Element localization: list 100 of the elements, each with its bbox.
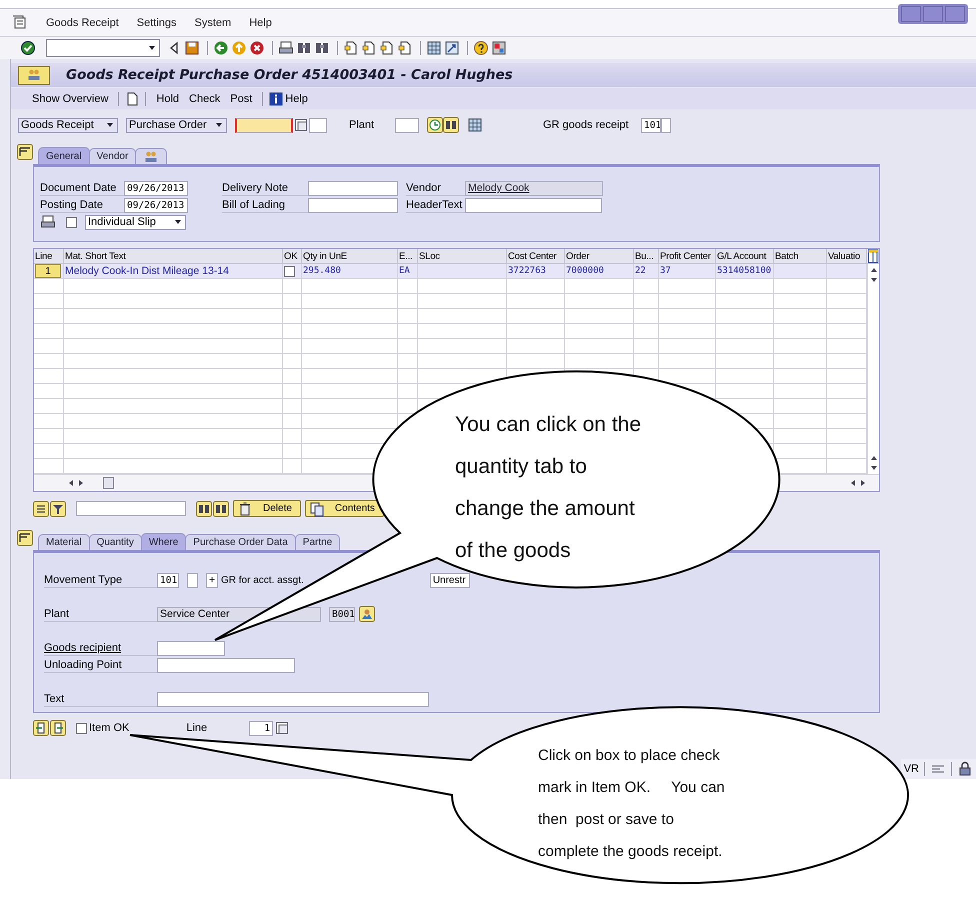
contents-button[interactable]: Contents xyxy=(304,500,384,517)
toolbar-button[interactable]: Post xyxy=(225,92,258,104)
print-icon[interactable] xyxy=(278,40,294,56)
scroll-bar[interactable] xyxy=(69,477,114,489)
next-item-icon[interactable] xyxy=(50,720,66,736)
column-header[interactable]: OK xyxy=(283,249,302,264)
reference-dropdown[interactable]: Purchase Order xyxy=(126,118,227,132)
find-icon[interactable] xyxy=(443,117,459,133)
checkbox[interactable] xyxy=(76,722,87,734)
tab[interactable]: Quantity xyxy=(88,534,142,550)
grid-icon[interactable] xyxy=(426,40,442,56)
column-header[interactable]: Qty in UnE xyxy=(302,249,398,264)
line-field[interactable]: 1 xyxy=(249,720,274,736)
execute-icon[interactable] xyxy=(427,117,443,133)
plant-field[interactable] xyxy=(395,118,419,132)
grid-icon[interactable] xyxy=(467,117,483,133)
help-icon[interactable] xyxy=(473,40,489,56)
input-field[interactable] xyxy=(661,118,671,132)
save-icon[interactable] xyxy=(184,40,200,56)
column-header[interactable]: E... xyxy=(398,249,418,264)
tab[interactable]: Purchase Order Data xyxy=(185,534,296,550)
toggle-icon[interactable] xyxy=(17,530,33,546)
command-field[interactable] xyxy=(46,39,160,57)
row-selector[interactable]: 1 xyxy=(35,264,61,278)
picture-icon[interactable] xyxy=(359,606,375,622)
input-field[interactable] xyxy=(465,198,602,212)
column-header[interactable]: Line xyxy=(34,249,64,264)
help-button[interactable]: Help xyxy=(285,92,308,104)
transaction-dropdown[interactable]: Goods Receipt xyxy=(18,118,118,132)
date-field[interactable]: 09/26/2013 xyxy=(124,198,188,212)
checkbox[interactable] xyxy=(66,216,77,228)
toolbar-button[interactable]: Check xyxy=(184,92,226,104)
tab[interactable]: Where xyxy=(140,533,186,550)
menu-item[interactable]: System xyxy=(194,16,232,28)
previous-item-icon[interactable] xyxy=(33,720,49,736)
filter-icon[interactable] xyxy=(50,500,66,516)
print-icon[interactable] xyxy=(33,500,49,516)
table-cell xyxy=(659,324,716,339)
tab[interactable]: Material xyxy=(38,534,90,550)
info-icon[interactable] xyxy=(268,90,284,106)
line-select-icon[interactable] xyxy=(274,720,290,736)
column-header[interactable]: SLoc xyxy=(418,249,507,264)
next-page-icon[interactable] xyxy=(379,40,395,56)
table-cell xyxy=(34,369,64,384)
find-icon[interactable] xyxy=(296,40,312,56)
layout-icon[interactable] xyxy=(491,40,507,56)
date-field[interactable]: 09/26/2013 xyxy=(124,180,188,196)
search-field[interactable] xyxy=(76,501,186,516)
menu-item[interactable]: Goods Receipt xyxy=(46,16,119,28)
input-field[interactable] xyxy=(187,572,198,588)
menu-item[interactable]: Settings xyxy=(136,16,177,28)
delete-button[interactable]: Delete xyxy=(233,500,301,517)
menu-icon[interactable] xyxy=(12,14,28,30)
find-icon[interactable] xyxy=(196,500,212,516)
column-header[interactable]: G/L Account xyxy=(716,249,774,264)
input-field[interactable] xyxy=(309,118,327,132)
lock-icon[interactable] xyxy=(957,761,973,777)
print-icon[interactable] xyxy=(40,214,56,230)
menu-item[interactable]: Help xyxy=(249,16,272,28)
find-next-icon[interactable] xyxy=(314,40,330,56)
column-header[interactable]: Profit Center xyxy=(659,249,716,264)
shortcut-icon[interactable] xyxy=(444,40,460,56)
toggle-icon[interactable] xyxy=(17,144,33,160)
column-header[interactable]: Mat. Short Text xyxy=(64,249,283,264)
input-field[interactable] xyxy=(308,180,398,196)
first-page-icon[interactable] xyxy=(343,40,359,56)
movement-type-field[interactable]: 101 xyxy=(157,572,179,588)
toolbar-button[interactable]: Show Overview xyxy=(27,92,114,104)
column-header[interactable]: Bu... xyxy=(634,249,659,264)
output-dropdown[interactable]: Individual Slip xyxy=(85,214,186,230)
column-header[interactable]: Cost Center xyxy=(507,249,565,264)
text-field[interactable] xyxy=(157,692,429,706)
copy-icon[interactable] xyxy=(293,117,309,133)
last-page-icon[interactable] xyxy=(397,40,413,56)
table-cell xyxy=(827,264,867,279)
tab[interactable]: Partne xyxy=(294,534,340,550)
toolbar-button[interactable]: Hold xyxy=(151,92,184,104)
enter-icon[interactable] xyxy=(20,40,36,56)
back-icon[interactable] xyxy=(213,40,229,56)
order-number-field[interactable] xyxy=(235,118,293,132)
tab[interactable]: General xyxy=(38,147,90,164)
movement-text: GR for acct. assgt. xyxy=(221,574,304,586)
previous-page-icon[interactable] xyxy=(361,40,377,56)
vendor-field: Melody Cook xyxy=(465,180,603,196)
checkbox[interactable] xyxy=(284,266,295,276)
table-cell xyxy=(774,324,827,339)
column-header[interactable]: Order xyxy=(565,249,634,264)
unloading-point-field[interactable] xyxy=(157,658,295,672)
menu-button[interactable] xyxy=(18,66,50,84)
goods-recipient-field[interactable] xyxy=(157,640,225,656)
scroll-bar[interactable] xyxy=(851,480,865,486)
input-field[interactable] xyxy=(308,198,398,212)
cancel-icon[interactable] xyxy=(249,40,265,56)
tab[interactable] xyxy=(135,148,168,164)
plus-button[interactable]: + xyxy=(206,572,218,588)
find-next-icon[interactable] xyxy=(213,500,229,516)
column-header[interactable]: Valuatio xyxy=(827,249,867,264)
column-header[interactable]: Batch xyxy=(774,249,827,264)
plant-code-field: B001 xyxy=(329,606,355,622)
tab[interactable]: Vendor xyxy=(88,148,136,164)
